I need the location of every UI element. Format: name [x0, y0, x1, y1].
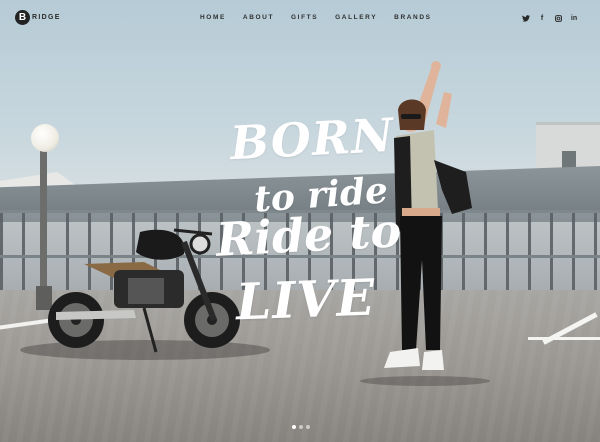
headline-line-ride-to: Ride to — [214, 203, 403, 267]
hero-section: B RIDGE HOME ABOUT GIFTS GALLERY BRANDS … — [0, 0, 600, 442]
brand-logo[interactable]: B RIDGE — [15, 10, 61, 25]
facebook-icon[interactable]: f — [537, 13, 547, 23]
nav-item-gifts[interactable]: GIFTS — [291, 14, 318, 21]
top-navigation-bar: B RIDGE HOME ABOUT GIFTS GALLERY BRANDS … — [0, 0, 600, 38]
slider-pagination — [292, 425, 313, 429]
headline-line-live: LIVE — [235, 267, 377, 332]
background-building — [536, 122, 600, 170]
nav-item-about[interactable]: ABOUT — [243, 14, 274, 21]
logo-badge: B — [15, 10, 30, 25]
nav-item-home[interactable]: HOME — [200, 14, 226, 21]
twitter-icon[interactable] — [521, 13, 531, 23]
main-nav: HOME ABOUT GIFTS GALLERY BRANDS — [200, 14, 449, 21]
logo-text: RIDGE — [32, 14, 61, 21]
slider-dot-2[interactable] — [299, 425, 303, 429]
motorcycle-image — [48, 228, 240, 353]
linkedin-icon[interactable]: in — [569, 13, 579, 23]
instagram-icon[interactable] — [553, 13, 563, 23]
street-lamp-globe — [31, 124, 59, 152]
slider-dot-3[interactable] — [306, 425, 310, 429]
parking-line — [528, 337, 600, 340]
slider-dot-1[interactable] — [292, 425, 296, 429]
nav-item-gallery[interactable]: GALLERY — [335, 14, 377, 21]
nav-item-brands[interactable]: BRANDS — [394, 14, 431, 21]
headline-line-born: BORN — [228, 107, 396, 171]
social-links: f in — [521, 13, 585, 23]
